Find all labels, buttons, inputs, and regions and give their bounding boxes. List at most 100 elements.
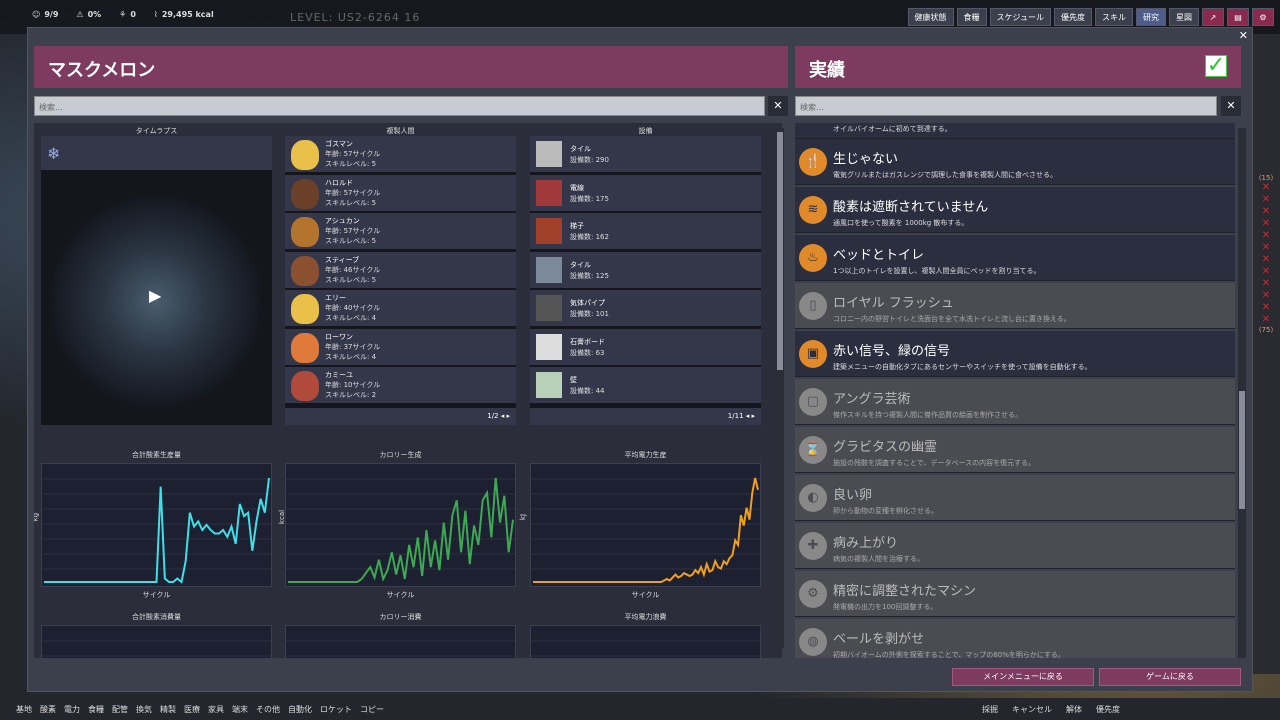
build-category[interactable]: コピー [360, 704, 384, 715]
snapshot-icon[interactable]: ❄ [47, 144, 69, 164]
mgmt-button[interactable]: 食糧 [956, 8, 987, 26]
achievement-icon: ▯ [799, 292, 827, 320]
achievements-scrollbar[interactable] [1238, 128, 1246, 658]
resume-game-button[interactable]: ゲームに戻る [1099, 668, 1241, 686]
dupe-pager[interactable]: 1/2 ◂ ▸ [285, 408, 516, 425]
build-category[interactable]: 酸素 [40, 704, 56, 715]
gear-icon[interactable]: ⚙ [1252, 8, 1274, 26]
dupe-row[interactable]: カミーユ 年齢: 10サイクル スキルレベル: 2 [285, 367, 516, 404]
building-row[interactable]: 石膏ボード 設備数: 63 [530, 328, 761, 366]
build-category[interactable]: 家具 [208, 704, 224, 715]
mgmt-button[interactable]: スケジュール [989, 8, 1051, 26]
chart-title: カロリー消費 [379, 613, 422, 621]
building-count: 設備数: 63 [570, 348, 605, 357]
dupe-row[interactable]: エリー 年齢: 40サイクル スキルレベル: 4 [285, 290, 516, 327]
dupe-age: 年齢: 40サイクル [325, 304, 381, 312]
tool-button[interactable]: キャンセル [1012, 704, 1052, 715]
achievements-scrollbar-thumb[interactable] [1239, 391, 1245, 509]
building-row[interactable]: 梯子 設備数: 162 [530, 213, 761, 250]
building-count: 設備数: 290 [570, 156, 609, 164]
mgmt-button[interactable]: 星図 [1169, 8, 1199, 26]
achievement-description: 卵から動物の変種を孵化させる。 [833, 507, 938, 515]
tool-button[interactable]: 優先度 [1096, 704, 1120, 715]
clear-colony-search-button[interactable]: ✕ [768, 96, 788, 116]
dupe-row[interactable]: スティーブ 年齢: 46サイクル スキルレベル: 5 [285, 251, 516, 289]
building-row[interactable]: タイル 設備数: 125 [530, 251, 761, 289]
chart-plot [530, 463, 761, 587]
dupe-row[interactable]: ハロルド 年齢: 57サイクル スキルレベル: 5 [285, 174, 516, 212]
achievement-icon: ◐ [799, 484, 827, 512]
build-category[interactable]: 精製 [160, 704, 176, 715]
tool-button[interactable]: 採掘 [982, 704, 998, 715]
building-pager[interactable]: 1/11 ◂ ▸ [530, 408, 761, 425]
build-category[interactable]: 電力 [64, 704, 80, 715]
y-axis-label: kJ [519, 513, 528, 521]
colony-scrollbar[interactable] [776, 128, 784, 648]
y-axis-label: kcal [278, 509, 287, 525]
dupe-count: ☺ 9/9 [32, 10, 59, 19]
mgmt-button[interactable]: スキル [1095, 8, 1133, 26]
play-icon[interactable]: ▶ [149, 286, 161, 305]
achievement-description: 建築メニューの自動化タブにあるセンサーやスイッチを使って設備を自動化する。 [833, 363, 1092, 371]
tool-button[interactable]: 解体 [1066, 704, 1082, 715]
achievement-description: 施設の残骸を調査することで、データベースの内容を復元する。 [833, 459, 1036, 467]
achievement-name: 精密に調整されたマシン [833, 584, 977, 599]
building-count: 設備数: 44 [570, 387, 605, 395]
timelapse-header: タイムラプス [135, 127, 178, 135]
build-category[interactable]: 換気 [136, 704, 152, 715]
chart-title: 合計酸素生産量 [132, 451, 181, 459]
achievement-name: アングラ芸術 [833, 392, 911, 407]
building-icon [536, 179, 562, 206]
building-row[interactable]: 電線 設備数: 175 [530, 174, 761, 212]
chart-plot [530, 625, 761, 658]
mgmt-button[interactable]: 健康状態 [907, 8, 954, 26]
checkmark-icon: ✓ [1205, 53, 1227, 78]
build-category[interactable]: 食糧 [88, 704, 104, 715]
build-category[interactable]: ロケット [320, 704, 352, 715]
dupe-row[interactable]: アシュカン 年齢: 57サイクル スキルレベル: 5 [285, 213, 516, 250]
book-icon[interactable]: ▤ [1227, 8, 1249, 26]
chart-icon[interactable]: ↗ [1202, 8, 1224, 26]
clear-achievements-search-button[interactable]: ✕ [1221, 96, 1241, 116]
dupe-row[interactable]: ゴスマン 年齢: 57サイクル スキルレベル: 5 [285, 136, 516, 173]
building-row[interactable]: 壁設備数: 44 [530, 367, 761, 404]
chart-title: 平均電力生産 [624, 451, 667, 459]
dupe-avatar [291, 255, 319, 286]
achievement-description: 電気グリルまたはガスレンジで調理した食事を複製人間に食べさせる。 [833, 171, 1057, 179]
build-category[interactable]: 端末 [232, 704, 248, 715]
close-dialog-button[interactable]: ✕ [1239, 29, 1248, 42]
build-category[interactable]: 医療 [184, 704, 200, 715]
building-icon [536, 141, 562, 167]
dupes-header: 複製人間 [386, 127, 415, 135]
x-axis-label: サイクル [631, 591, 660, 599]
achievement-item: 🍴 生じゃない 電気グリルまたはガスレンジで調理した食事を複製人間に食べさせる。 [795, 139, 1235, 185]
dupe-age: 年齢: 57サイクル [325, 150, 381, 158]
build-category[interactable]: 自動化 [288, 704, 312, 715]
building-icon [536, 372, 562, 398]
build-category[interactable]: その他 [256, 704, 280, 715]
colony-search-input[interactable]: 検索... [34, 96, 765, 116]
colony-scrollbar-thumb[interactable] [777, 132, 783, 370]
dupe-name: アシュカン [325, 217, 360, 225]
dupe-row[interactable]: ローワン 年齢: 37サイクル スキルレベル: 4 [285, 328, 516, 366]
achievement-item: ▣ 赤い信号、緑の信号 建築メニューの自動化タブにあるセンサーやスイッチを使って設備… [795, 331, 1235, 377]
dupe-name: ローワン [325, 332, 353, 341]
build-category[interactable]: 配管 [112, 704, 128, 715]
achievements-search-input[interactable]: 検索... [795, 96, 1217, 116]
achievement-item: ◍ ベールを剥がせ 初期バイオームの外側を探索することで、マップの80%を明らかにす… [795, 619, 1235, 658]
achievement-icon: ▣ [799, 340, 827, 368]
building-row[interactable]: 気体パイプ 設備数: 101 [530, 290, 761, 327]
achievement-item: ▯ ロイヤル フラッシュ コロニー内の野営トイレと洗面台を全て水洗トイレと流し台に置… [795, 283, 1235, 329]
building-name: 電線 [570, 183, 584, 192]
mgmt-button[interactable]: 優先度 [1054, 8, 1092, 26]
build-category[interactable]: 基地 [16, 704, 32, 715]
chart-title: カロリー生成 [379, 451, 422, 459]
building-name: 壁 [570, 376, 577, 384]
chart-plot [41, 463, 272, 587]
building-row[interactable]: タイル 設備数: 290 [530, 136, 761, 173]
achievement-name: グラビタスの幽霊 [833, 440, 938, 455]
achievement-name: ロイヤル フラッシュ [833, 296, 954, 311]
achievement-description: 初期バイオームの外側を探索することで、マップの80%を明らかにする。 [833, 651, 1065, 658]
mgmt-button[interactable]: 研究 [1136, 8, 1166, 26]
main-menu-button[interactable]: メインメニューに戻る [952, 668, 1094, 686]
